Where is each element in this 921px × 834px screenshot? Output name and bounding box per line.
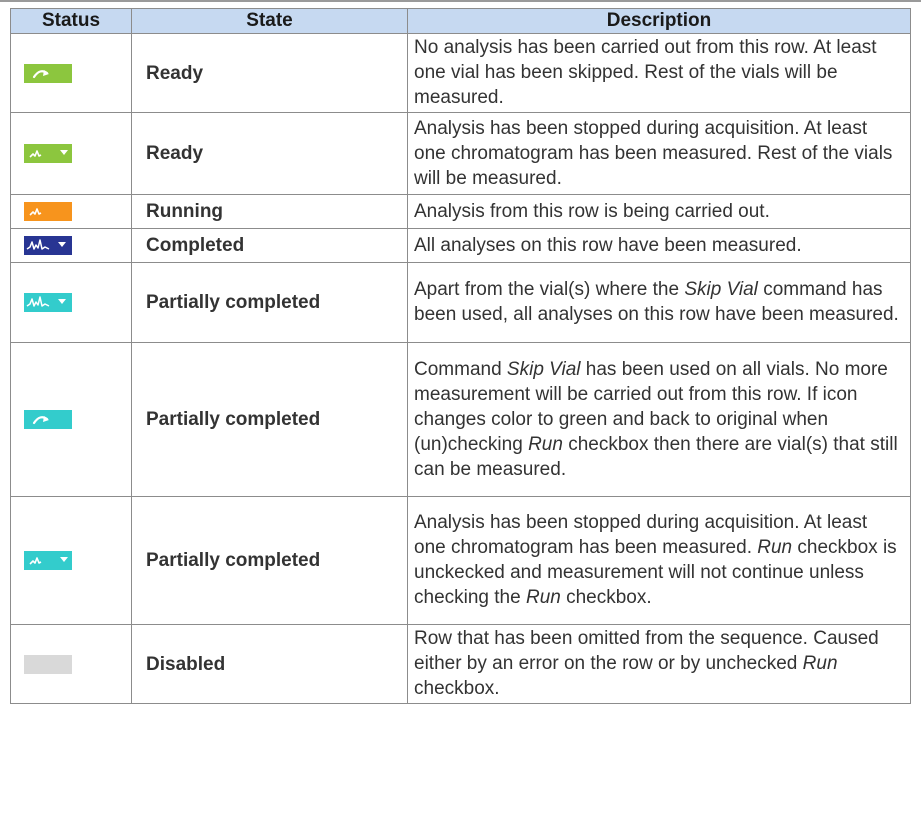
blank-status-icon bbox=[24, 654, 72, 674]
description-emphasis: Run bbox=[757, 537, 793, 558]
description-text: checkbox. bbox=[560, 587, 652, 608]
description-text: All analyses on this row have been measu… bbox=[414, 234, 802, 256]
chromatogram-dropdown-icon bbox=[24, 236, 72, 255]
description-cell: Analysis has been stopped during acquisi… bbox=[407, 112, 911, 195]
header-state: State bbox=[131, 8, 408, 34]
state-cell: Disabled bbox=[131, 624, 408, 704]
status-table: Status State Description Ready No analysi… bbox=[10, 8, 911, 704]
state-cell: Partially completed bbox=[131, 496, 408, 625]
skip-arrow-icon bbox=[24, 410, 72, 429]
skip-arrow-icon bbox=[24, 63, 72, 83]
description-text: No analysis has been carried out from th… bbox=[414, 37, 877, 108]
state-cell: Ready bbox=[131, 112, 408, 195]
description-text: checkbox. bbox=[414, 678, 500, 699]
top-rule bbox=[0, 0, 921, 2]
table-row: Partially completed Analysis has been sto… bbox=[10, 496, 911, 625]
status-cell bbox=[10, 496, 132, 625]
status-cell bbox=[10, 112, 132, 195]
status-cell bbox=[10, 262, 132, 343]
state-cell: Completed bbox=[131, 228, 408, 263]
status-cell bbox=[10, 194, 132, 229]
description-cell: Analysis has been stopped during acquisi… bbox=[407, 496, 911, 625]
description-emphasis: Skip Vial bbox=[684, 279, 758, 300]
description-text: Apart from the vial(s) where the bbox=[414, 279, 685, 300]
table-row: Ready Analysis has been stopped during ac… bbox=[10, 112, 911, 195]
small-peak-dropdown-icon bbox=[24, 144, 72, 163]
description-cell: Analysis from this row is being carried … bbox=[407, 194, 911, 229]
small-peak-dropdown-icon bbox=[24, 551, 72, 570]
description-text: Analysis has been stopped during acquisi… bbox=[414, 117, 893, 189]
description-emphasis: Run bbox=[525, 587, 561, 608]
description-cell: Apart from the vial(s) where the Skip Vi… bbox=[407, 262, 911, 343]
table-row: Partially completed Command Skip Vial has… bbox=[10, 342, 911, 497]
description-emphasis: Skip Vial bbox=[506, 358, 581, 380]
table-row: Partially completed Apart from the vial(s… bbox=[10, 262, 911, 343]
chromatogram-dropdown-icon bbox=[24, 293, 72, 312]
description-cell: Row that has been omitted from the seque… bbox=[407, 624, 911, 704]
header-status: Status bbox=[10, 8, 132, 34]
status-cell bbox=[10, 342, 132, 497]
status-cell bbox=[10, 228, 132, 263]
description-text: Analysis from this row is being carried … bbox=[414, 200, 770, 222]
table-row: Ready No analysis has been carried out fr… bbox=[10, 33, 911, 113]
small-peak-icon bbox=[24, 202, 72, 221]
header-row: Status State Description bbox=[10, 8, 911, 34]
table-row: Running Analysis from this row is being c… bbox=[10, 194, 911, 229]
table-row: Disabled Row that has been omitted from t… bbox=[10, 624, 911, 704]
state-cell: Partially completed bbox=[131, 262, 408, 343]
state-cell: Partially completed bbox=[131, 342, 408, 497]
table-row: Completed All analyses on this row have b… bbox=[10, 228, 911, 263]
description-emphasis: Run bbox=[802, 653, 838, 674]
description-emphasis: Run bbox=[528, 433, 563, 455]
description-cell: No analysis has been carried out from th… bbox=[407, 33, 911, 113]
status-cell bbox=[10, 624, 132, 704]
header-description: Description bbox=[407, 8, 911, 34]
status-cell bbox=[10, 33, 132, 113]
state-cell: Running bbox=[131, 194, 408, 229]
description-cell: All analyses on this row have been measu… bbox=[407, 228, 911, 263]
description-cell: Command Skip Vial has been used on all v… bbox=[407, 342, 911, 497]
state-cell: Ready bbox=[131, 33, 408, 113]
description-text: Command bbox=[414, 358, 507, 380]
